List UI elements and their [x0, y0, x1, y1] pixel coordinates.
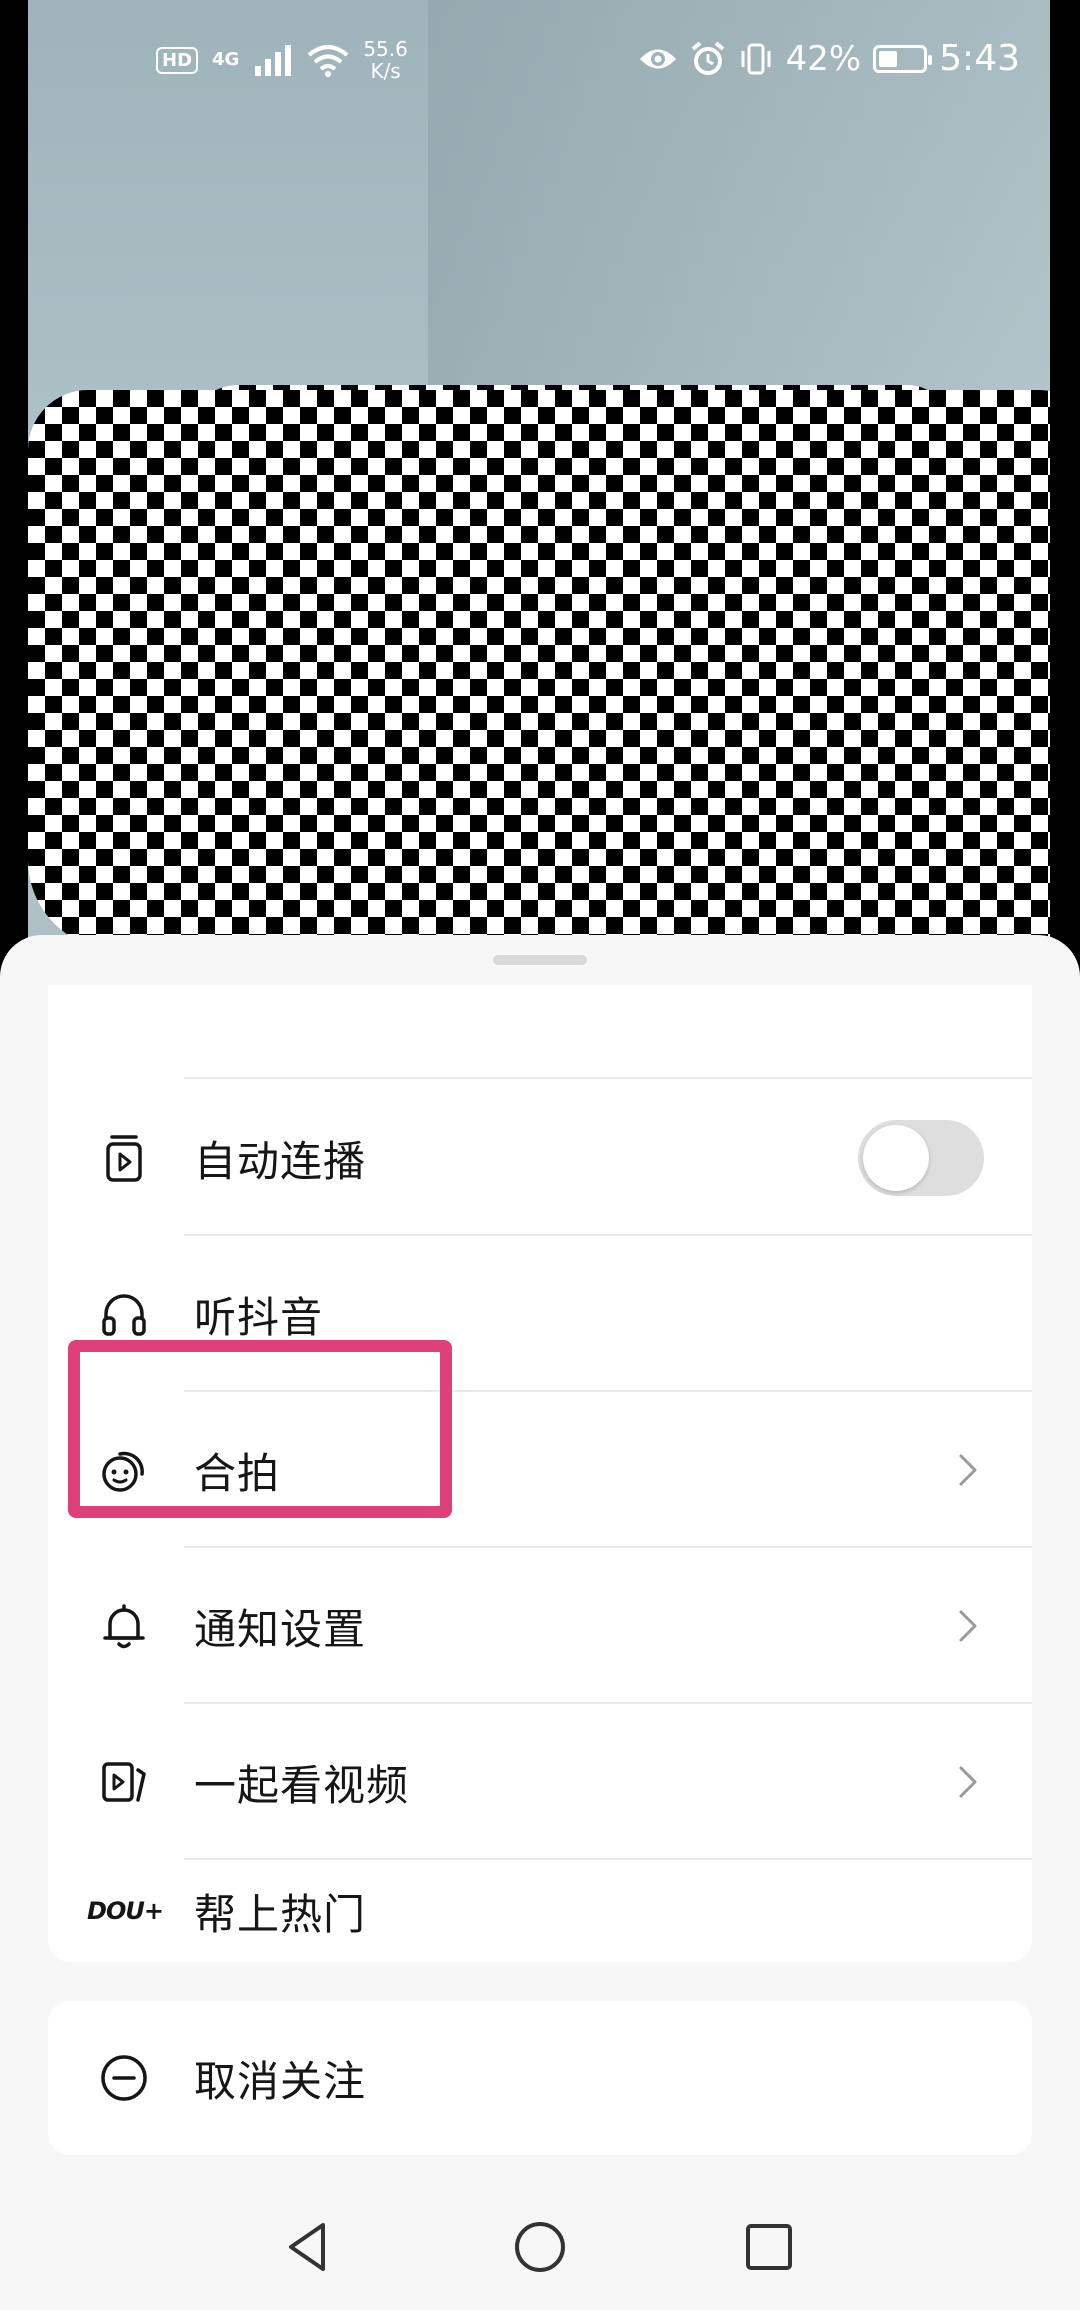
status-right: 42% 5:43: [638, 38, 1020, 79]
chevron-right-icon: [959, 1610, 977, 1642]
chevron-right-icon: [959, 1766, 977, 1798]
eye-icon: [639, 49, 676, 68]
unfollow-label: 取消关注: [194, 2056, 367, 2106]
autoplay-toggle[interactable]: [858, 1120, 984, 1196]
vibrate-icon: [741, 43, 771, 74]
watch-together-icon: [98, 1756, 150, 1808]
signal-icon: [255, 45, 292, 76]
video-background[interactable]: [28, 0, 1050, 1000]
back-icon: [289, 2223, 325, 2271]
speed-value: 55.6: [363, 37, 408, 61]
redaction-pattern: [28, 390, 1050, 950]
speed-unit: K/s: [370, 59, 401, 83]
menu-item-watch-together[interactable]: 一起看视频: [48, 1704, 1032, 1860]
home-icon: [515, 2222, 565, 2272]
battery-icon: [873, 44, 933, 73]
battery-level-fill: [879, 50, 898, 67]
unfollow-button[interactable]: 取消关注: [48, 2001, 1032, 2155]
status-left: HD 4G 55.6 K/s: [156, 38, 408, 82]
back-button[interactable]: [264, 2202, 354, 2292]
menu-item-dou-plus[interactable]: DOU+ 帮上热门: [48, 1860, 1032, 1962]
unfollow-card: 取消关注: [48, 2001, 1032, 2155]
clock: 5:43: [939, 38, 1020, 79]
autoplay-icon: [98, 1132, 150, 1184]
highlight-annotation: [68, 1340, 452, 1518]
network-speed: 55.6 K/s: [363, 38, 408, 82]
menu-item-label: 一起看视频: [194, 1760, 410, 1810]
wifi-icon: [308, 45, 349, 77]
alarm-icon: [691, 40, 724, 75]
drag-handle[interactable]: [493, 955, 587, 965]
chevron-right-icon: [959, 1454, 977, 1486]
status-bar: HD 4G 55.6 K/s 42% 5:43: [0, 0, 1080, 120]
menu-item-notification-settings[interactable]: 通知设置: [48, 1548, 1032, 1704]
navigation-bar: [0, 2180, 1080, 2310]
menu-item-label: 帮上热门: [194, 1889, 367, 1939]
home-button[interactable]: [495, 2202, 585, 2292]
toggle-knob: [863, 1125, 929, 1191]
bell-icon: [98, 1600, 150, 1652]
headphones-icon: [98, 1288, 150, 1340]
minus-circle-icon: [98, 2052, 150, 2104]
menu-item-label: 自动连播: [194, 1136, 367, 1186]
menu-item-label: 听抖音: [194, 1292, 324, 1342]
recents-button[interactable]: [724, 2202, 814, 2292]
battery-percent: 42%: [785, 38, 862, 79]
network-type: 4G: [212, 49, 240, 70]
hd-badge: HD: [156, 46, 199, 74]
menu-item-autoplay[interactable]: 自动连播: [48, 1080, 1032, 1236]
top-divider: [184, 1077, 1032, 1079]
bottom-sheet: 自动连播 听抖音 合拍 通知设置 一起看视频 DOU+ 帮上热门 取消关注: [0, 935, 1080, 2310]
dou-plus-icon: DOU+: [87, 1885, 164, 1937]
recents-icon: [746, 2224, 792, 2270]
dou-plus-icon-text: DOU+: [87, 1897, 164, 1925]
menu-item-label: 通知设置: [194, 1604, 367, 1654]
